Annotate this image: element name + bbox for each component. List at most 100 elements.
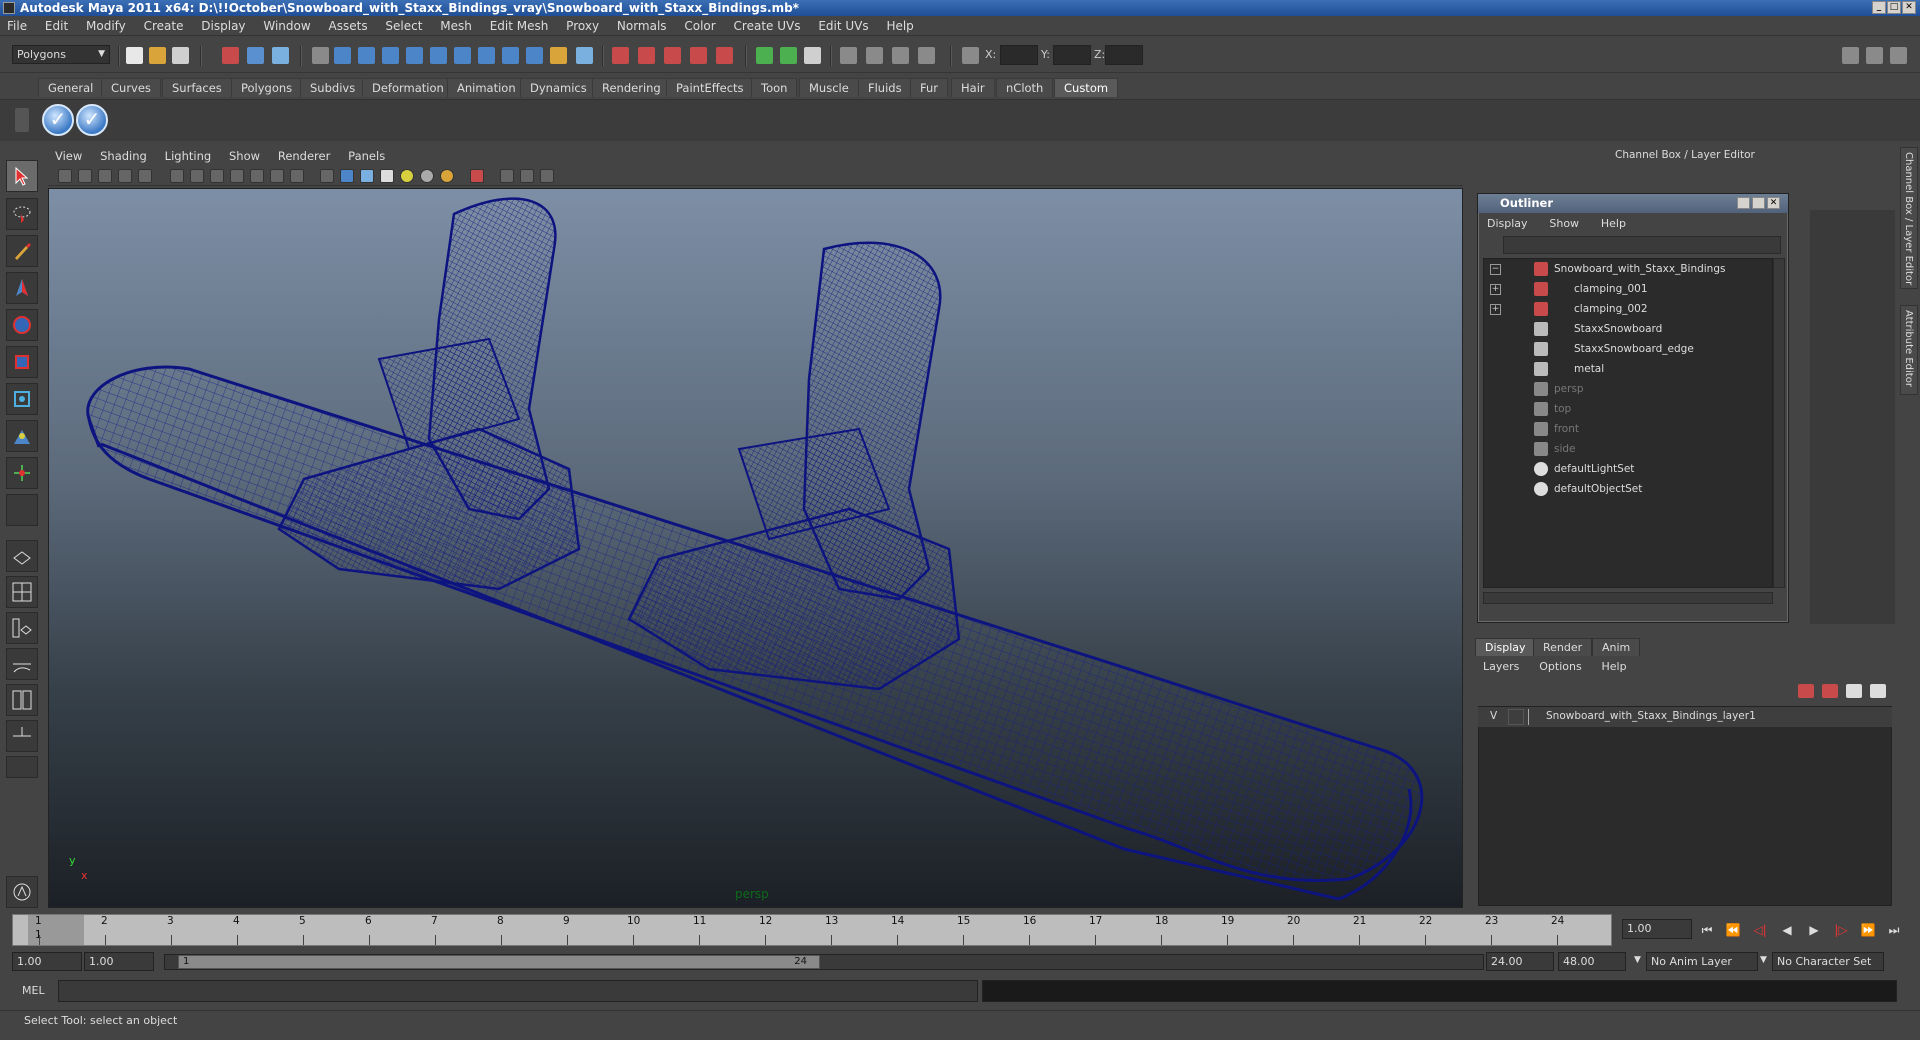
outliner-item[interactable]: StaxxSnowboard_edge xyxy=(1484,339,1772,359)
outliner-title-bar[interactable]: Outliner ✕ xyxy=(1478,194,1788,213)
select-tool[interactable] xyxy=(6,160,38,192)
xray-components-icon[interactable] xyxy=(540,169,554,183)
shelf-tab-fluids[interactable]: Fluids xyxy=(858,78,912,97)
minimize-button[interactable]: _ xyxy=(1872,1,1886,14)
transform-mode-icon[interactable] xyxy=(962,47,979,64)
bookmarks-icon[interactable] xyxy=(98,169,112,183)
shelf-tab-muscle[interactable]: Muscle xyxy=(799,78,859,97)
anim-layer-selector[interactable]: No Anim Layer xyxy=(1646,952,1758,971)
layer-visibility-toggle[interactable]: V xyxy=(1490,710,1497,722)
outliner-item[interactable]: defaultObjectSet xyxy=(1484,479,1772,499)
layout-hypershade[interactable] xyxy=(6,684,38,716)
close-button[interactable]: ✕ xyxy=(1902,1,1916,14)
playback-start-field[interactable]: 1.00 xyxy=(84,952,154,971)
shelf-tab-subdivs[interactable]: Subdivs xyxy=(300,78,366,97)
shelf-check-button-1[interactable]: ✓ xyxy=(42,104,74,136)
field-chart-icon[interactable] xyxy=(250,169,264,183)
menu-edit-mesh[interactable]: Edit Mesh xyxy=(483,17,556,36)
select-rendering-icon[interactable] xyxy=(478,47,495,64)
menu-help[interactable]: Help xyxy=(879,17,920,36)
select-joints-icon[interactable] xyxy=(358,47,375,64)
layer-menu-help[interactable]: Help xyxy=(1594,658,1635,676)
range-slider-handle[interactable]: 1 24 xyxy=(178,955,820,969)
input-ops-icon[interactable] xyxy=(756,47,773,64)
menu-create-uvs[interactable]: Create UVs xyxy=(727,17,808,36)
outliner-vertical-scrollbar[interactable] xyxy=(1773,258,1785,588)
show-manipulator-tool[interactable] xyxy=(6,457,38,489)
expand-toggle[interactable]: + xyxy=(1490,304,1501,315)
layout-persp-graph[interactable] xyxy=(6,648,38,680)
scale-tool[interactable] xyxy=(6,346,38,378)
lasso-tool[interactable] xyxy=(6,198,38,230)
shelf-tab-general[interactable]: General xyxy=(38,78,104,97)
layer-color-swatch[interactable] xyxy=(1528,709,1542,725)
outliner-item[interactable]: + clamping_001 xyxy=(1484,279,1772,299)
select-camera-icon[interactable] xyxy=(58,169,72,183)
anim-layer-dropdown-icon[interactable]: ▼ xyxy=(1634,955,1641,965)
side-tab-channel-box[interactable]: Channel Box / Layer Editor xyxy=(1900,147,1918,289)
two-d-pan-zoom-icon[interactable] xyxy=(138,169,152,183)
render-settings-icon[interactable] xyxy=(918,47,935,64)
shelf-tab-surfaces[interactable]: Surfaces xyxy=(162,78,232,97)
outliner-item[interactable]: persp xyxy=(1484,379,1772,399)
rotate-tool[interactable] xyxy=(6,309,38,341)
grid-toggle-icon[interactable] xyxy=(170,169,184,183)
layout-four-pane[interactable] xyxy=(6,576,38,608)
render-view-icon[interactable] xyxy=(840,47,857,64)
layout-persp-outliner-graph[interactable] xyxy=(6,720,38,752)
move-tool[interactable] xyxy=(6,272,38,304)
outliner-item[interactable]: StaxxSnowboard xyxy=(1484,319,1772,339)
character-set-selector[interactable]: No Character Set xyxy=(1772,952,1884,971)
outliner-minimize-button[interactable] xyxy=(1737,197,1750,209)
viewport-menu-view[interactable]: View xyxy=(48,147,89,165)
outliner-item[interactable]: top xyxy=(1484,399,1772,419)
layer-menu-options[interactable]: Options xyxy=(1531,658,1589,676)
outliner-item[interactable]: front xyxy=(1484,419,1772,439)
layer-row[interactable]: V Snowboard_with_Staxx_Bindings_layer1 xyxy=(1478,707,1892,727)
shelf-tab-deformation[interactable]: Deformation xyxy=(362,78,454,97)
shelf-tab-hair[interactable]: Hair xyxy=(951,78,995,97)
paint-select-tool[interactable] xyxy=(6,235,38,267)
time-slider[interactable]: 1 2 3 4 5 6 7 8 9 10 11 12 13 14 15 16 1… xyxy=(12,914,1612,946)
resolution-gate-icon[interactable] xyxy=(210,169,224,183)
select-curves-icon[interactable] xyxy=(382,47,399,64)
highlight-selection-icon[interactable] xyxy=(576,47,593,64)
snap-curve-icon[interactable] xyxy=(638,47,655,64)
open-scene-icon[interactable] xyxy=(149,47,166,64)
soft-modification-tool[interactable] xyxy=(6,420,38,452)
menu-create[interactable]: Create xyxy=(137,17,191,36)
shelf-tab-ncloth[interactable]: nCloth xyxy=(996,78,1054,97)
menu-select[interactable]: Select xyxy=(378,17,429,36)
textured-icon[interactable] xyxy=(380,169,394,183)
layer-move-down-icon[interactable] xyxy=(1870,684,1886,698)
snap-grid-icon[interactable] xyxy=(612,47,629,64)
layer-playback-toggle[interactable] xyxy=(1508,709,1524,725)
viewport-menu-show[interactable]: Show xyxy=(222,147,267,165)
outliner-item[interactable]: side xyxy=(1484,439,1772,459)
snap-view-plane-icon[interactable] xyxy=(690,47,707,64)
outliner-menu-display[interactable]: Display xyxy=(1478,215,1537,233)
step-back-key-button[interactable]: ◁| xyxy=(1750,922,1770,938)
x-field[interactable] xyxy=(1000,45,1038,65)
outliner-menu-help[interactable]: Help xyxy=(1592,215,1635,233)
tab-render[interactable]: Render xyxy=(1533,638,1593,656)
ipr-render-icon[interactable] xyxy=(892,47,909,64)
menu-proxy[interactable]: Proxy xyxy=(559,17,606,36)
menu-modify[interactable]: Modify xyxy=(79,17,133,36)
step-forward-frame-button[interactable]: ⏩ xyxy=(1858,922,1878,938)
default-lighting-icon[interactable] xyxy=(400,169,414,183)
play-forwards-button[interactable]: ▶ xyxy=(1804,922,1824,938)
select-surfaces-icon[interactable] xyxy=(406,47,423,64)
shelf-tab-polygons[interactable]: Polygons xyxy=(231,78,303,97)
character-set-dropdown-icon[interactable]: ▼ xyxy=(1760,955,1767,965)
menu-set-selector[interactable]: Polygons ▼ xyxy=(12,45,110,64)
mel-input-field[interactable] xyxy=(58,980,978,1002)
shelf-check-button-2[interactable]: ✓ xyxy=(76,104,108,136)
menu-normals[interactable]: Normals xyxy=(610,17,674,36)
viewport-menu-shading[interactable]: Shading xyxy=(93,147,154,165)
outliner-filter-field[interactable] xyxy=(1503,236,1781,254)
last-tool-used[interactable] xyxy=(6,494,38,526)
layout-outliner-persp[interactable] xyxy=(6,612,38,644)
side-tab-attribute-editor[interactable]: Attribute Editor xyxy=(1900,305,1918,395)
lock-icon[interactable] xyxy=(550,47,567,64)
